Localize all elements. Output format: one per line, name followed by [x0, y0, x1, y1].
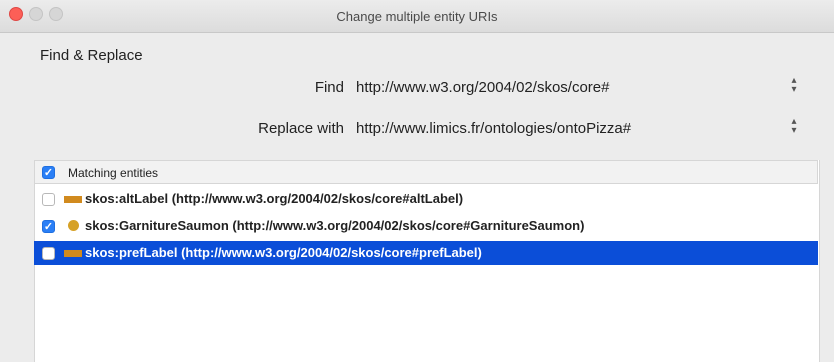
list-item[interactable]: ✓ skos:GarnitureSaumon (http://www.w3.or… [34, 214, 818, 238]
list-item-selected[interactable]: skos:prefLabel (http://www.w3.org/2004/0… [34, 241, 818, 265]
individual-icon [68, 220, 79, 231]
entity-checkbox[interactable]: ✓ [42, 220, 55, 233]
up-down-arrows-icon[interactable]: ▴ ▾ [788, 117, 800, 136]
find-replace-heading: Find & Replace [40, 47, 143, 64]
select-all-checkbox[interactable]: ✓ [42, 166, 55, 179]
property-icon [64, 196, 82, 203]
title-bar: Change multiple entity URIs [0, 0, 834, 33]
window-title: Change multiple entity URIs [336, 9, 498, 24]
find-value: http://www.w3.org/2004/02/skos/core# [356, 79, 610, 96]
entity-label: skos:prefLabel (http://www.w3.org/2004/0… [85, 245, 482, 260]
entity-checkbox[interactable] [42, 193, 55, 206]
replace-with-label: Replace with [258, 120, 344, 137]
property-icon [64, 250, 82, 257]
replace-value: http://www.limics.fr/ontologies/ontoPizz… [356, 120, 632, 137]
dialog-window: Change multiple entity URIs Find & Repla… [0, 0, 834, 362]
entity-label: skos:altLabel (http://www.w3.org/2004/02… [85, 191, 464, 206]
replace-combo[interactable]: http://www.limics.fr/ontologies/ontoPizz… [356, 115, 800, 141]
list-item[interactable]: skos:altLabel (http://www.w3.org/2004/02… [34, 187, 818, 211]
matching-entities-label: Matching entities [68, 166, 159, 180]
entity-checkbox[interactable] [42, 247, 55, 260]
find-combo[interactable]: http://www.w3.org/2004/02/skos/core# ▴ ▾ [356, 74, 800, 100]
up-down-arrows-icon[interactable]: ▴ ▾ [788, 76, 800, 95]
entity-label: skos:GarnitureSaumon (http://www.w3.org/… [85, 218, 585, 233]
find-label: Find [314, 79, 344, 96]
